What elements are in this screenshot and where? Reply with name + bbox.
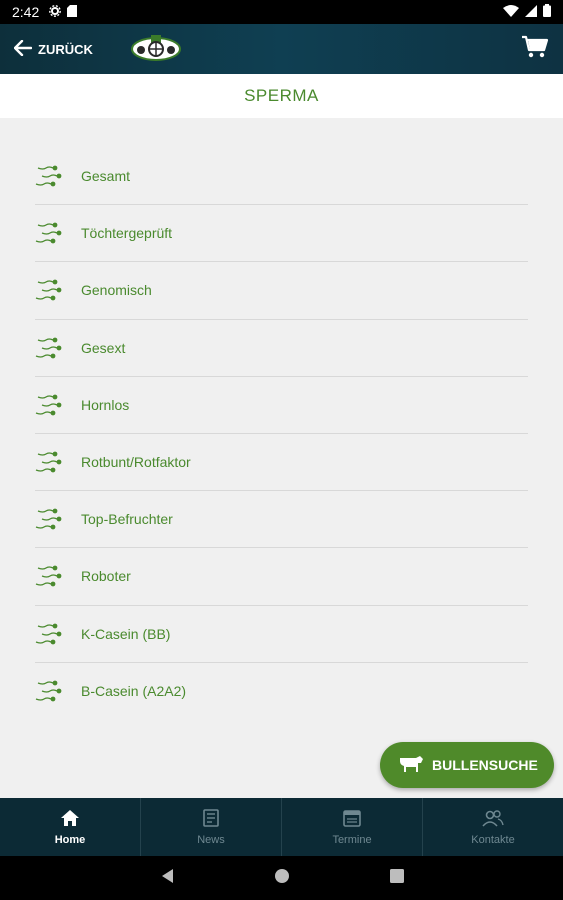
nav-back-icon[interactable] <box>160 868 174 889</box>
calendar-icon <box>342 809 362 830</box>
list-item[interactable]: Gesext <box>35 320 528 377</box>
signal-icon <box>525 4 537 20</box>
tab-home[interactable]: Home <box>0 798 141 856</box>
app-bar: ZURÜCK <box>0 24 563 74</box>
bullensuche-label: BULLENSUCHE <box>432 757 538 773</box>
list-item[interactable]: Töchtergeprüft <box>35 205 528 263</box>
tab-news[interactable]: News <box>141 798 282 856</box>
sperm-icon <box>35 621 81 647</box>
sperm-icon <box>35 678 81 704</box>
news-icon <box>201 808 221 830</box>
sperm-icon <box>35 392 81 418</box>
sperm-icon <box>35 335 81 361</box>
brand-logo <box>129 30 183 69</box>
sperm-icon <box>35 277 81 303</box>
cow-icon <box>398 754 424 777</box>
settings-status-icon <box>49 4 62 20</box>
wifi-icon <box>503 4 519 20</box>
cart-icon[interactable] <box>521 35 549 64</box>
list-item[interactable]: Rotbunt/Rotfaktor <box>35 434 528 492</box>
category-list: Gesamt Töchtergeprüft Genomisch Gesext H… <box>35 148 528 720</box>
page-title: SPERMA <box>0 74 563 118</box>
list-item[interactable]: Roboter <box>35 548 528 606</box>
bottom-navigation: Home News Termine Kontakte <box>0 798 563 856</box>
list-item[interactable]: Top-Befruchter <box>35 491 528 549</box>
back-button[interactable]: ZURÜCK <box>13 39 93 59</box>
sperm-icon <box>35 563 81 589</box>
nav-recents-icon[interactable] <box>389 868 404 888</box>
list-item[interactable]: K-Casein (BB) <box>35 606 528 663</box>
list-item[interactable]: Hornlos <box>35 377 528 434</box>
system-navigation-bar <box>0 856 563 900</box>
sperm-icon <box>35 506 81 532</box>
contacts-icon <box>482 809 504 830</box>
sd-card-status-icon <box>67 4 78 20</box>
list-item[interactable]: Gesamt <box>35 148 528 206</box>
home-icon <box>60 809 80 830</box>
list-item[interactable]: B-Casein (A2A2) <box>35 663 528 720</box>
sperm-icon <box>35 449 81 475</box>
tab-termine[interactable]: Termine <box>282 798 423 856</box>
list-item[interactable]: Genomisch <box>35 262 528 320</box>
status-time: 2:42 <box>12 4 40 20</box>
status-bar: 2:42 <box>0 0 563 24</box>
tab-kontakte[interactable]: Kontakte <box>423 798 563 856</box>
sperm-icon <box>35 220 81 246</box>
bullensuche-button[interactable]: BULLENSUCHE <box>380 742 554 788</box>
sperm-icon <box>35 163 81 189</box>
arrow-left-icon <box>13 39 33 59</box>
back-label: ZURÜCK <box>38 41 93 57</box>
battery-icon <box>543 4 551 20</box>
nav-home-icon[interactable] <box>274 868 290 889</box>
